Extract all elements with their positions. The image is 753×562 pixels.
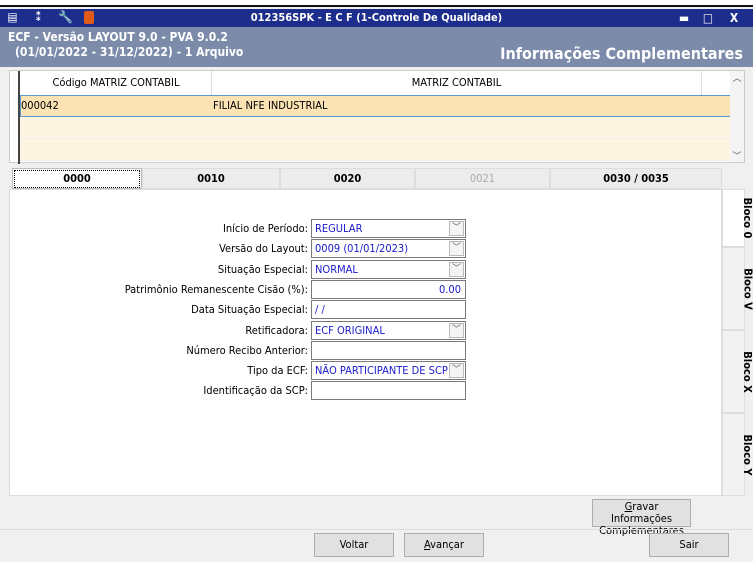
tab-label: 0000 bbox=[14, 170, 140, 188]
field-label: Tipo da ECF: bbox=[247, 364, 308, 378]
chevron-down-icon[interactable]: ﹀ bbox=[449, 363, 464, 379]
side-tab-bloco-y[interactable]: Bloco Y bbox=[722, 413, 753, 496]
input-field[interactable]: / / bbox=[311, 300, 466, 320]
select-field[interactable]: NÃO PARTICIPANTE DE SCP ﹀ bbox=[311, 361, 466, 381]
field-label: Versão do Layout: bbox=[219, 242, 308, 256]
column-header-codigo[interactable]: Código MATRIZ CONTABIL bbox=[21, 71, 212, 95]
tab-0000[interactable]: 0000 bbox=[12, 168, 142, 189]
field-value: ECF ORIGINAL bbox=[315, 323, 385, 337]
minimize-button[interactable]: ▬ bbox=[676, 10, 692, 26]
select-field[interactable]: ECF ORIGINAL ﹀ bbox=[311, 320, 466, 340]
select-field[interactable]: REGULAR ﹀ bbox=[311, 219, 466, 238]
avancar-button[interactable]: Avançar bbox=[404, 533, 484, 557]
field-label: Retificadora: bbox=[245, 323, 308, 337]
side-tab-label: Bloco X bbox=[741, 350, 753, 393]
header: ECF - Versão LAYOUT 9.0 - PVA 9.0.2 (01/… bbox=[0, 27, 753, 67]
field-label: Situação Especial: bbox=[217, 262, 308, 276]
side-tab-bloco-x[interactable]: Bloco X bbox=[722, 330, 753, 413]
table-row-empty[interactable] bbox=[20, 139, 731, 161]
field-label: Data Situação Especial: bbox=[191, 303, 308, 317]
tab-0030-0035[interactable]: 0030 / 0035 bbox=[550, 168, 722, 189]
field-label: Patrimônio Remanescente Cisão (%): bbox=[124, 282, 308, 296]
side-tab-label: Bloco V bbox=[741, 267, 753, 310]
field-value: 0.00 bbox=[438, 282, 461, 296]
chevron-down-icon[interactable]: ﹀ bbox=[449, 261, 464, 277]
field-value: 0009 (01/01/2023) bbox=[315, 242, 409, 256]
section-title: Informações Complementares bbox=[500, 44, 743, 63]
field-value: / / bbox=[315, 303, 325, 317]
column-header-matriz[interactable]: MATRIZ CONTABIL bbox=[212, 71, 702, 95]
gravar-label-line1: Gravar Informações bbox=[610, 500, 673, 525]
divider bbox=[0, 529, 753, 530]
gravar-button[interactable]: Gravar Informações Complementares bbox=[592, 499, 691, 537]
input-field[interactable]: 0.00 bbox=[311, 279, 466, 299]
field-label: Início de Período: bbox=[222, 222, 308, 235]
table-row[interactable]: 000042 FILIAL NFE INDUSTRIAL bbox=[20, 95, 731, 117]
field-label: Número Recibo Anterior: bbox=[186, 343, 308, 357]
tab-0020[interactable]: 0020 bbox=[280, 168, 415, 189]
title-bar: ▤ ⁑ 🔧 012356SPK - E C F (1-Controle De Q… bbox=[0, 9, 753, 27]
select-field[interactable]: NORMAL ﹀ bbox=[311, 259, 466, 279]
row-header bbox=[10, 71, 20, 164]
accelerator-key: A bbox=[424, 538, 431, 551]
input-field[interactable] bbox=[311, 340, 466, 360]
tab-0010[interactable]: 0010 bbox=[142, 168, 280, 189]
sair-button[interactable]: Sair bbox=[649, 533, 729, 557]
side-tab-label: Bloco 0 bbox=[740, 197, 753, 239]
accelerator-key: G bbox=[624, 500, 633, 513]
period-text: (01/01/2022 - 31/12/2022) - 1 Arquivo bbox=[15, 45, 244, 59]
side-tab-bloco-v[interactable]: Bloco V bbox=[722, 247, 753, 330]
close-button[interactable]: X bbox=[726, 10, 742, 26]
table-row-empty[interactable] bbox=[20, 117, 731, 139]
chevron-down-icon[interactable]: ﹀ bbox=[449, 221, 464, 236]
scroll-up-icon[interactable]: ︿ bbox=[730, 71, 744, 84]
chevron-down-icon[interactable]: ﹀ bbox=[449, 322, 464, 338]
tab-0021: 0021 bbox=[415, 168, 550, 189]
voltar-button[interactable]: Voltar bbox=[314, 533, 394, 557]
version-text: ECF - Versão LAYOUT 9.0 - PVA 9.0.2 bbox=[8, 30, 228, 44]
side-tab-bloco-0[interactable]: Bloco 0 bbox=[722, 189, 753, 247]
cell-codigo: 000042 bbox=[21, 99, 59, 112]
select-field[interactable]: 0009 (01/01/2023) ﹀ bbox=[311, 239, 466, 259]
maximize-button[interactable]: □ bbox=[700, 10, 716, 26]
top-strip bbox=[0, 0, 753, 7]
field-value: REGULAR bbox=[315, 222, 363, 235]
cell-matriz: FILIAL NFE INDUSTRIAL bbox=[213, 99, 328, 112]
scroll-down-icon[interactable]: ﹀ bbox=[730, 149, 744, 162]
matriz-grid: Código MATRIZ CONTABIL MATRIZ CONTABIL 0… bbox=[9, 70, 745, 164]
chevron-down-icon[interactable]: ﹀ bbox=[449, 241, 464, 257]
side-tab-label: Bloco Y bbox=[741, 433, 753, 476]
field-value: NÃO PARTICIPANTE DE SCP bbox=[315, 364, 448, 378]
vertical-scrollbar[interactable]: ︿ ﹀ bbox=[730, 71, 744, 162]
field-label: Identificação da SCP: bbox=[203, 384, 308, 398]
input-field[interactable] bbox=[311, 381, 466, 401]
window-title: 012356SPK - E C F (1-Controle De Qualida… bbox=[250, 11, 503, 24]
field-value: NORMAL bbox=[315, 262, 358, 276]
